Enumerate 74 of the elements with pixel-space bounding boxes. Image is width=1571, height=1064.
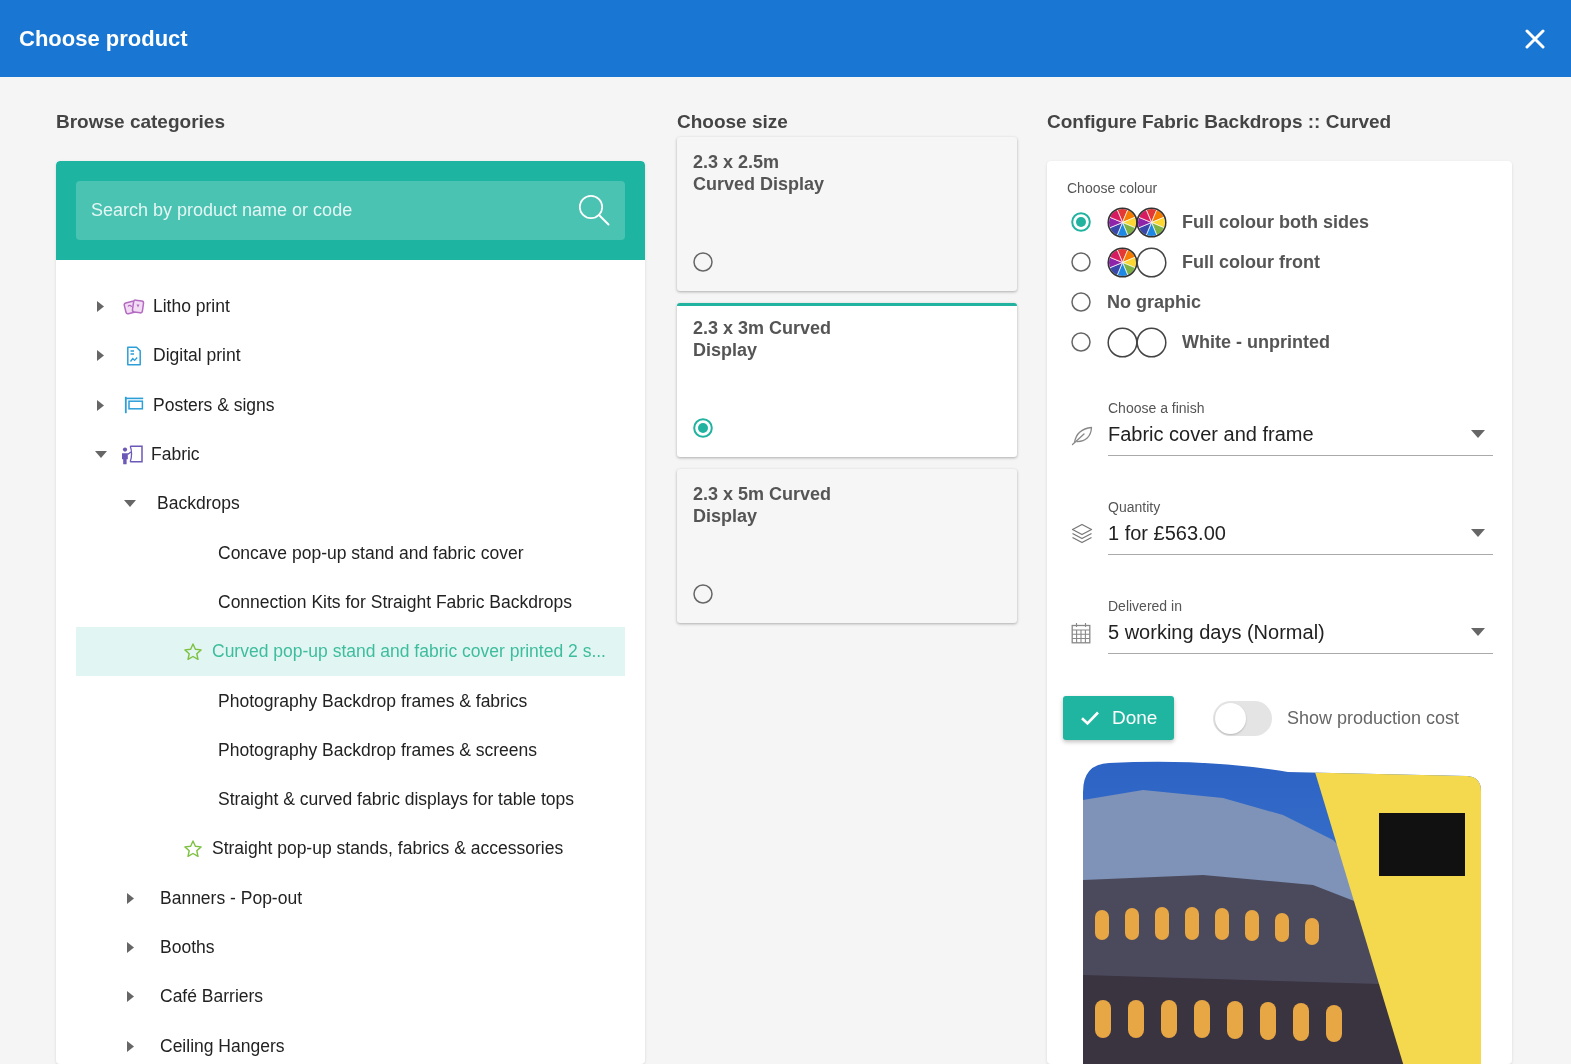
- empty-circle-icon: [1107, 326, 1138, 358]
- caret-icon[interactable]: [1471, 430, 1485, 438]
- caret-icon[interactable]: [97, 301, 104, 313]
- radio-label: No graphic: [1107, 291, 1201, 313]
- tree-item[interactable]: Booths: [76, 922, 625, 973]
- caret-icon[interactable]: [127, 1040, 134, 1052]
- tree-item[interactable]: Digital print: [76, 331, 625, 381]
- tree-item[interactable]: Straight pop-up stands, fabrics & accessories: [76, 824, 625, 874]
- tree-item[interactable]: Fabric: [76, 429, 625, 480]
- caret-icon[interactable]: [1471, 628, 1485, 636]
- radio-label: Full colour both sides: [1182, 211, 1369, 233]
- tree-item[interactable]: Photography Backdrop frames & screens: [76, 725, 625, 775]
- size-title: 2.3 x 3m Curved Display: [693, 317, 833, 361]
- tree-item[interactable]: Banners - Pop-out: [76, 873, 625, 923]
- tree-item[interactable]: Litho print: [76, 282, 625, 332]
- tree-item[interactable]: Posters & signs: [76, 380, 625, 430]
- colour-wheel-icon: [1107, 206, 1138, 238]
- photo-cards-icon: [123, 297, 145, 316]
- field-label: Delivered in: [1108, 597, 1182, 615]
- size-card[interactable]: 2.3 x 3m Curved Display: [677, 303, 1017, 457]
- star-icon[interactable]: [184, 642, 202, 661]
- tree-item[interactable]: Straight & curved fabric displays for table tops: [76, 774, 625, 825]
- tree-item[interactable]: Concave pop-up stand and fabric cover: [76, 528, 625, 578]
- caret-icon[interactable]: [127, 942, 134, 953]
- caret-icon[interactable]: [97, 350, 104, 362]
- caret-icon[interactable]: [127, 991, 134, 1003]
- section-label: Choose colour: [1067, 179, 1158, 197]
- radio-button[interactable]: [1071, 332, 1091, 352]
- tree-item[interactable]: Backdrops: [76, 479, 625, 529]
- empty-circle-icon: [1136, 326, 1167, 358]
- colour-wheel-icon: [1136, 206, 1167, 238]
- empty-circle-icon: [1136, 246, 1167, 278]
- size-title: 2.3 x 5m Curved Display: [693, 483, 833, 527]
- star-icon[interactable]: [184, 839, 202, 858]
- dialog-title: Choose product: [19, 24, 188, 53]
- section-heading: Configure Fabric Backdrops :: Curved: [1047, 110, 1392, 134]
- size-card[interactable]: 2.3 x 2.5m Curved Display: [677, 137, 1017, 291]
- colour-wheel-icon: [1107, 246, 1138, 278]
- radio-button[interactable]: [1071, 252, 1091, 272]
- size-card[interactable]: 2.3 x 5m Curved Display: [677, 469, 1017, 623]
- layers-icon: [1071, 523, 1093, 545]
- toggle-label: Show production cost: [1287, 707, 1460, 729]
- caret-icon[interactable]: [127, 892, 134, 904]
- section-heading: Browse categories: [56, 110, 225, 134]
- document-icon: [126, 345, 142, 366]
- caret-icon[interactable]: [95, 451, 107, 459]
- caret-icon[interactable]: [124, 500, 136, 508]
- tree-item[interactable]: Photography Backdrop frames & fabrics: [76, 676, 625, 726]
- check-icon: [1080, 710, 1100, 726]
- radio-button[interactable]: [693, 584, 713, 604]
- select-field[interactable]: 1 for £563.00: [1108, 516, 1493, 555]
- select-field[interactable]: Fabric cover and frame: [1108, 417, 1493, 456]
- field-label: Quantity: [1108, 498, 1161, 516]
- tree-item[interactable]: Café Barriers: [76, 972, 625, 1022]
- caret-icon[interactable]: [1471, 529, 1485, 537]
- radio-label: Full colour front: [1182, 251, 1320, 273]
- radio-label: White - unprinted: [1182, 331, 1330, 353]
- radio-button[interactable]: [693, 252, 713, 272]
- caret-icon[interactable]: [97, 399, 104, 411]
- radio-button[interactable]: [1071, 292, 1091, 312]
- tree-item[interactable]: Connection Kits for Straight Fabric Backdrops: [76, 577, 625, 628]
- tree-item[interactable]: Ceiling Hangers: [76, 1021, 625, 1064]
- leaf-icon: [1071, 424, 1093, 446]
- sign-frame-icon: [124, 396, 144, 415]
- section-heading: Choose size: [677, 110, 788, 134]
- size-title: 2.3 x 2.5m Curved Display: [693, 151, 826, 195]
- toggle-switch[interactable]: [1213, 700, 1272, 736]
- calendar-icon: [1071, 622, 1091, 644]
- radio-button[interactable]: [1071, 212, 1091, 232]
- radio-button[interactable]: [693, 418, 713, 438]
- person-banner-icon: [121, 444, 143, 465]
- close-icon[interactable]: [1525, 28, 1545, 49]
- select-field[interactable]: 5 working days (Normal): [1108, 615, 1493, 654]
- field-label: Choose a finish: [1108, 399, 1205, 417]
